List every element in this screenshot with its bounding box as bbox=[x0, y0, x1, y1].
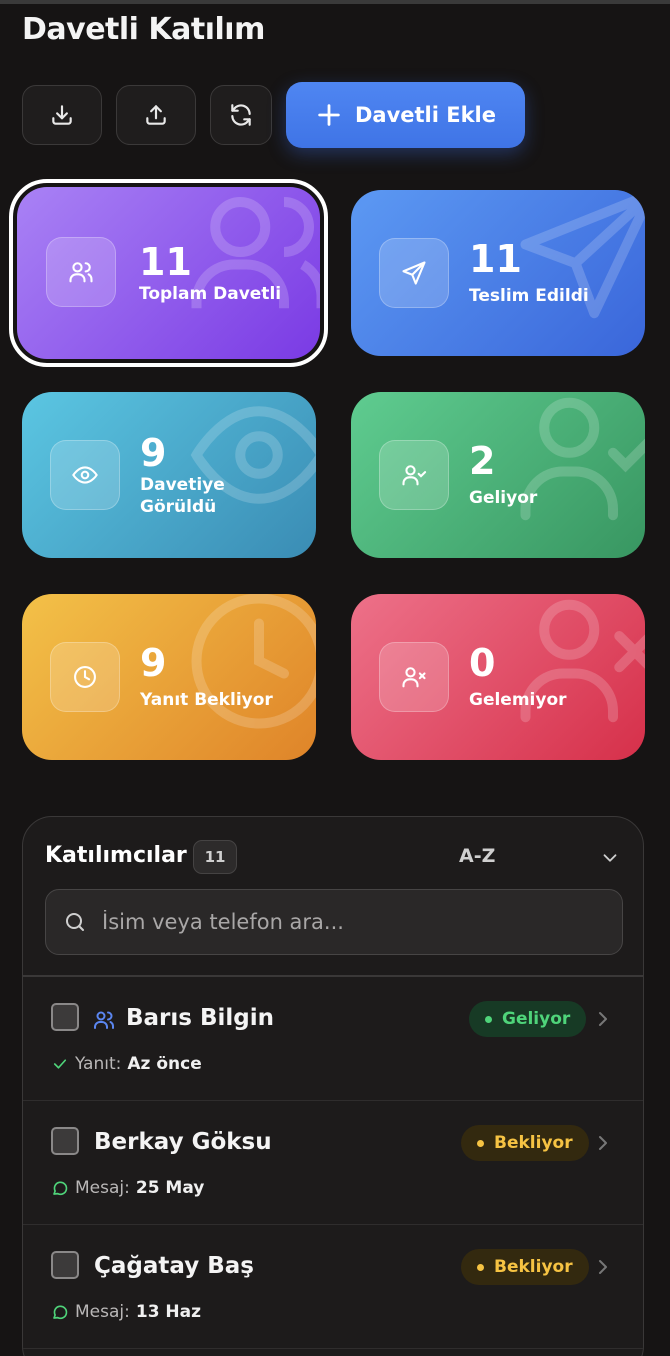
participant-name: Barıs Bilgin bbox=[126, 1005, 274, 1031]
row-separator bbox=[23, 1347, 643, 1349]
stat-card-delivered[interactable]: 11 Teslim Edildi bbox=[351, 190, 645, 356]
status-dot bbox=[477, 1263, 484, 1271]
stat-value: 11 bbox=[469, 237, 522, 281]
clock-icon bbox=[74, 666, 96, 688]
row-checkbox[interactable] bbox=[51, 1127, 79, 1155]
stat-value: 9 bbox=[140, 641, 167, 685]
participant-name: Çağatay Baş bbox=[94, 1253, 254, 1279]
status-badge: Bekliyor bbox=[461, 1249, 589, 1285]
stat-icon-box bbox=[50, 642, 120, 712]
upload-icon bbox=[146, 105, 166, 125]
row-subline: Yanıt: Az önce bbox=[51, 1054, 202, 1074]
user-x-icon bbox=[402, 667, 426, 688]
participant-name: Berkay Göksu bbox=[94, 1129, 272, 1155]
user-check-icon bbox=[402, 465, 427, 486]
sub-value: 25 May bbox=[135, 1178, 205, 1198]
add-guest-button[interactable]: Davetli Ekle bbox=[286, 82, 525, 148]
stat-card-coming[interactable]: 2 Geliyor bbox=[351, 392, 645, 558]
stat-value: 9 bbox=[140, 431, 167, 475]
eye-icon bbox=[72, 466, 98, 484]
list-item[interactable]: Berkay Göksu Bekliyor Mesaj: 25 May bbox=[23, 1101, 643, 1225]
sub-label: Mesaj: bbox=[75, 1302, 130, 1322]
row-checkbox[interactable] bbox=[51, 1003, 79, 1031]
stat-icon-box bbox=[50, 440, 120, 510]
stat-value: 11 bbox=[139, 240, 192, 284]
users-icon bbox=[191, 197, 320, 309]
send-icon bbox=[402, 261, 426, 285]
sub-label: Yanıt: bbox=[75, 1054, 122, 1074]
stat-label: Teslim Edildi bbox=[469, 286, 589, 306]
group-icon bbox=[94, 1011, 114, 1029]
sub-value: 13 Haz bbox=[135, 1302, 202, 1322]
status-label: Bekliyor bbox=[494, 1133, 573, 1153]
stat-label: Toplam Davetli bbox=[139, 284, 282, 304]
row-checkbox[interactable] bbox=[51, 1251, 79, 1279]
plus-icon bbox=[318, 104, 340, 126]
search-input[interactable] bbox=[102, 890, 612, 953]
upload-button[interactable] bbox=[116, 85, 196, 145]
stat-icon-box bbox=[46, 237, 116, 307]
stat-label: Gelemiyor bbox=[469, 690, 567, 710]
stat-card-viewed[interactable]: 9 Davetiye Görüldü bbox=[22, 392, 316, 558]
stat-value: 0 bbox=[469, 641, 496, 685]
sub-label: Mesaj: bbox=[75, 1178, 130, 1198]
status-dot bbox=[477, 1139, 484, 1147]
list-item[interactable]: Barıs Bilgin Geliyor Yanıt: Az önce bbox=[23, 977, 643, 1101]
message-icon bbox=[53, 1305, 68, 1320]
stat-icon-box bbox=[379, 238, 449, 308]
status-dot bbox=[485, 1015, 492, 1023]
chevron-right-icon[interactable] bbox=[595, 1256, 611, 1278]
refresh-icon bbox=[231, 104, 251, 126]
sort-select[interactable]: A-Z bbox=[459, 845, 495, 867]
row-subline: Mesaj: 25 May bbox=[51, 1178, 204, 1198]
chevron-right-icon[interactable] bbox=[595, 1132, 611, 1154]
chevron-down-icon[interactable] bbox=[599, 847, 621, 869]
top-edge-line bbox=[0, 0, 670, 4]
user-x-icon bbox=[520, 599, 645, 723]
row-subline: Mesaj: 13 Haz bbox=[51, 1302, 201, 1322]
chevron-right-icon[interactable] bbox=[595, 1008, 611, 1030]
stat-card-not-coming[interactable]: 0 Gelemiyor bbox=[351, 594, 645, 760]
stat-value: 2 bbox=[469, 439, 496, 483]
stat-label: Geliyor bbox=[469, 488, 538, 508]
participants-count-badge: 11 bbox=[193, 840, 237, 874]
stat-icon-box bbox=[379, 440, 449, 510]
users-icon bbox=[69, 262, 93, 283]
stat-card-total[interactable]: 11 Toplam Davetli bbox=[17, 187, 320, 359]
search-box bbox=[45, 889, 623, 955]
sub-value: Az önce bbox=[127, 1054, 202, 1074]
status-label: Geliyor bbox=[502, 1009, 571, 1029]
stat-card-awaiting[interactable]: 9 Yanıt Bekliyor bbox=[22, 594, 316, 760]
participants-title: Katılımcılar bbox=[45, 843, 187, 868]
status-badge: Geliyor bbox=[469, 1001, 587, 1037]
list-item[interactable]: Çağatay Baş Bekliyor Mesaj: 13 Haz bbox=[23, 1225, 643, 1349]
search-icon bbox=[66, 913, 84, 931]
download-icon bbox=[52, 105, 72, 125]
add-guest-label: Davetli Ekle bbox=[354, 103, 497, 127]
stat-label: Yanıt Bekliyor bbox=[140, 690, 273, 710]
status-badge: Bekliyor bbox=[461, 1125, 589, 1161]
check-icon bbox=[53, 1059, 67, 1069]
clock-icon bbox=[191, 594, 316, 729]
send-icon bbox=[520, 191, 645, 319]
download-button[interactable] bbox=[22, 85, 102, 145]
message-icon bbox=[53, 1181, 68, 1196]
stat-icon-box bbox=[379, 642, 449, 712]
page-title: Davetli Katılım bbox=[22, 12, 265, 47]
user-check-icon bbox=[520, 397, 645, 521]
participants-panel: Katılımcılar 11 A-Z Barıs Bilgin Geliyor… bbox=[22, 816, 644, 1356]
refresh-button[interactable] bbox=[210, 85, 272, 145]
status-label: Bekliyor bbox=[494, 1257, 573, 1277]
stat-label: Davetiye Görüldü bbox=[140, 475, 225, 517]
